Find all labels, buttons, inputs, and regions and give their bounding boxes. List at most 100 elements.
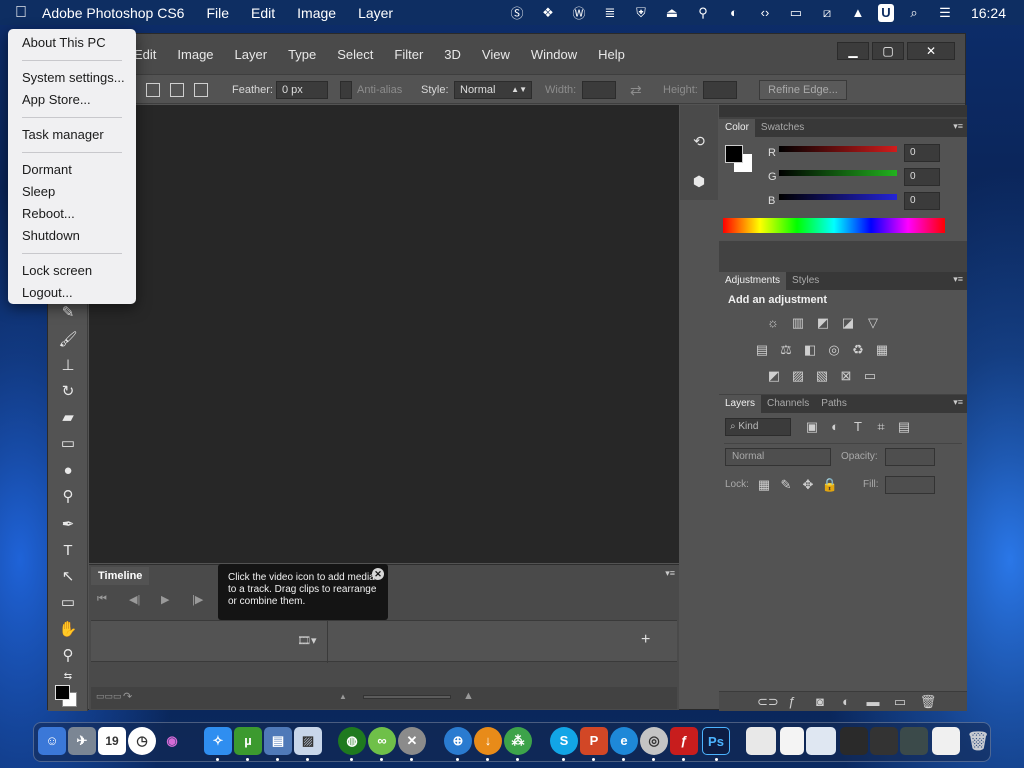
3d-panel-icon[interactable]: ⬢ [689, 171, 709, 191]
ps-menu-filter[interactable]: Filter [394, 47, 423, 62]
menu-item-system-settings[interactable]: System settings... [8, 67, 136, 89]
brush-icon[interactable]: 🖌 [56, 329, 80, 351]
menu-item-lock-screen[interactable]: Lock screen [8, 260, 136, 282]
levels-icon[interactable]: ▥ [789, 315, 807, 331]
frame-animation-icon[interactable]: ▭▭▭ [96, 691, 122, 702]
intersect-selection-icon[interactable] [194, 83, 208, 97]
tab-adjustments[interactable]: Adjustments [719, 272, 787, 290]
panel-menu-icon[interactable]: ▾≡ [953, 121, 963, 132]
add-track-icon[interactable]: + [641, 631, 650, 649]
posterize-icon[interactable]: ▨ [789, 368, 807, 384]
kind-filter[interactable]: ⌕ Kind [725, 418, 791, 436]
style-select[interactable]: Normal ▲▼ [454, 81, 532, 99]
siri-icon[interactable]: ◉ [158, 727, 186, 755]
word-app-icon[interactable]: ▤ [264, 727, 292, 755]
height-input[interactable] [703, 81, 737, 99]
window-thumb-6[interactable] [900, 727, 928, 755]
ps-menu-view[interactable]: View [482, 47, 510, 62]
swap-icon[interactable]: ⇄ [630, 75, 642, 105]
eraser-icon[interactable]: ▰ [56, 407, 80, 429]
menu-item-about[interactable]: About This PC [8, 32, 136, 54]
tab-layers[interactable]: Layers [719, 395, 762, 413]
calendar-icon[interactable]: 19 [98, 727, 126, 755]
panel-menu-icon[interactable]: ▾≡ [953, 397, 963, 408]
tools-icon[interactable]: ✕ [398, 727, 426, 755]
maximize-button[interactable]: ▢ [872, 42, 904, 60]
apple-icon[interactable]:  [0, 4, 42, 22]
photoshop-icon[interactable]: Ps [702, 727, 730, 755]
minimize-button[interactable]: ▁ [837, 42, 869, 60]
ps-menu-edit[interactable]: Edit [134, 47, 156, 62]
network-icon[interactable]: ⊕ [444, 727, 472, 755]
close-button[interactable]: ✕ [907, 42, 955, 60]
filter-pixel-icon[interactable]: ▣ [803, 419, 821, 435]
hue-saturation-icon[interactable]: ▤ [753, 342, 771, 358]
new-adjustment-icon[interactable]: ◐ [837, 694, 855, 710]
zoom-slider[interactable] [363, 695, 451, 699]
download-icon[interactable]: ↓ [474, 727, 502, 755]
fill-input[interactable] [885, 476, 935, 494]
collabtive-icon[interactable]: ◍ [338, 727, 366, 755]
add-mask-icon[interactable]: ◙ [811, 694, 829, 710]
spectrum-bar[interactable] [723, 218, 945, 233]
window-thumb-4[interactable] [840, 727, 868, 755]
zoom-icon[interactable]: ⚲ [56, 645, 80, 667]
tab-paths[interactable]: Paths [815, 395, 853, 413]
window-thumb-7[interactable] [932, 727, 960, 755]
zoom-out-icon[interactable]: ▲ [339, 692, 347, 701]
feather-input[interactable]: 0 px [276, 81, 328, 99]
lock-transparency-icon[interactable]: ▦ [755, 477, 773, 493]
rectangle-icon[interactable]: ▭ [56, 592, 80, 614]
vibrance-icon[interactable]: ▽ [864, 315, 882, 331]
delete-layer-icon[interactable]: 🗑 [919, 694, 937, 710]
utorrent-icon[interactable]: µ [234, 727, 262, 755]
trash-icon[interactable]: 🗑 [964, 727, 992, 755]
window-thumb-1[interactable] [746, 727, 776, 755]
filter-type-icon[interactable]: T [849, 419, 867, 435]
tab-color[interactable]: Color [719, 119, 755, 137]
tab-styles[interactable]: Styles [786, 272, 825, 290]
ps-menu-window[interactable]: Window [531, 47, 577, 62]
tab-swatches[interactable]: Swatches [755, 119, 810, 137]
dodge-icon[interactable]: ⚲ [56, 486, 80, 508]
ps-menu-select[interactable]: Select [337, 47, 373, 62]
u-icon[interactable]: U [877, 3, 894, 22]
link-layers-icon[interactable]: ⊂⊃ [757, 694, 779, 710]
history-panel-icon[interactable]: ⟲ [689, 131, 709, 151]
timeline-track[interactable]: 🎞▾ + [91, 620, 677, 663]
filter-smart-object-icon[interactable]: ▤ [895, 419, 913, 435]
invert-icon[interactable]: ◩ [765, 368, 783, 384]
window-thumb-5[interactable] [870, 727, 898, 755]
new-selection-icon[interactable] [146, 83, 160, 97]
wordpress-icon[interactable]: Ⓦ [568, 4, 590, 22]
value-b[interactable]: 0 [904, 192, 940, 210]
menu-item-reboot[interactable]: Reboot... [8, 203, 136, 225]
powerpoint-icon[interactable]: P [580, 727, 608, 755]
next-frame-icon[interactable]: |▶ [192, 593, 203, 606]
internet-explorer-icon[interactable]: e [610, 727, 638, 755]
panel-collapse-bar[interactable] [719, 105, 967, 117]
ps-menu-help[interactable]: Help [598, 47, 625, 62]
go-to-first-frame-icon[interactable]: ⏮ [97, 593, 107, 606]
channel-mixer-icon[interactable]: ♻ [849, 342, 867, 358]
link-app-icon[interactable]: ∞ [368, 727, 396, 755]
hand-icon[interactable]: ✋ [56, 619, 80, 641]
photo-filter-icon[interactable]: ◎ [825, 342, 843, 358]
play-icon[interactable]: ▶ [161, 593, 169, 606]
opacity-input[interactable] [885, 448, 935, 466]
clock-icon[interactable]: ◷ [128, 727, 156, 755]
canvas-area[interactable] [89, 105, 679, 563]
color-balance-icon[interactable]: ⚖ [777, 342, 795, 358]
menubar-item-layer[interactable]: Layer [358, 5, 393, 21]
menu-item-shutdown[interactable]: Shutdown [8, 225, 136, 247]
ps-menu-type[interactable]: Type [288, 47, 316, 62]
new-group-icon[interactable]: ▬ [864, 694, 882, 710]
filter-adjustment-icon[interactable]: ◐ [826, 419, 844, 435]
menu-item-task-manager[interactable]: Task manager [8, 124, 136, 146]
slider-b[interactable] [779, 194, 897, 200]
contrast-icon[interactable]: ◐ [723, 4, 745, 22]
antialias-checkbox[interactable] [340, 81, 352, 99]
path-selection-icon[interactable]: ↖ [56, 566, 80, 588]
code-icon[interactable]: ‹› [754, 4, 776, 22]
healing-brush-icon[interactable]: ✎ [56, 302, 80, 324]
